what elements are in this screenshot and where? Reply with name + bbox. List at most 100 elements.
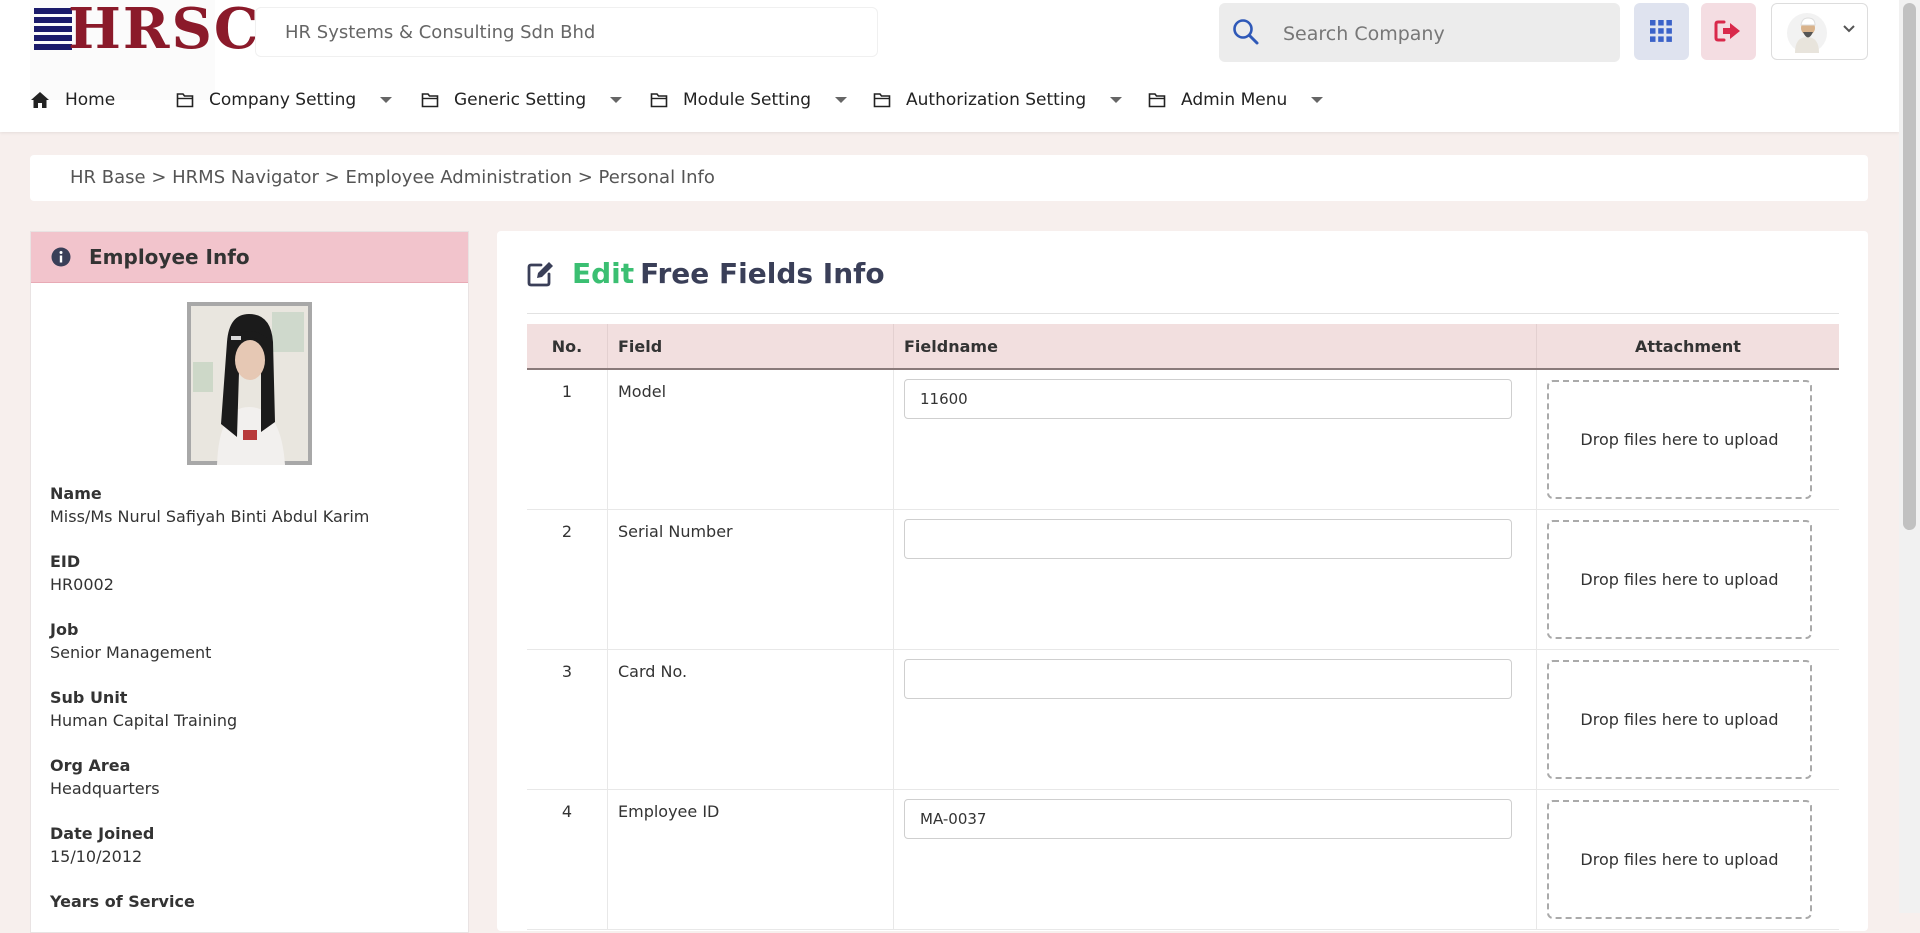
info-value: Headquarters: [50, 779, 160, 798]
logo-text: HRSC: [68, 0, 261, 62]
info-label: Org Area: [50, 756, 131, 775]
field-label: Serial Number: [607, 509, 894, 650]
employee-photo: [187, 302, 312, 465]
breadcrumb[interactable]: HR Base > HRMS Navigator > Employee Admi…: [30, 155, 1868, 201]
home-icon: [30, 91, 50, 109]
info-value: Miss/Ms Nurul Safiyah Binti Abdul Karim: [50, 507, 370, 526]
info-years-of-service: Years of Service: [50, 892, 195, 915]
user-menu-button[interactable]: [1771, 3, 1868, 60]
field-label: Card No.: [607, 649, 894, 790]
fieldname-input-card-no[interactable]: [904, 658, 1512, 699]
folder-icon: [650, 92, 668, 108]
fieldname-cell: [893, 509, 1537, 650]
file-dropzone[interactable]: Drop files here to upload: [1547, 380, 1812, 499]
nav-company-setting-label: Company Setting: [209, 90, 357, 110]
nav-company-setting[interactable]: Company Setting: [176, 78, 393, 122]
row-number: 1: [527, 369, 608, 510]
info-job: Job Senior Management: [50, 620, 211, 662]
logout-button[interactable]: [1701, 3, 1756, 60]
avatar: [1787, 13, 1827, 53]
column-header-field: Field: [607, 324, 894, 370]
fieldname-cell: [893, 649, 1537, 790]
search-company-input[interactable]: [1281, 3, 1605, 64]
folder-icon: [421, 92, 439, 108]
fieldname-cell: [893, 789, 1537, 930]
caret-down-icon: [1110, 96, 1123, 104]
info-value: Senior Management: [50, 643, 212, 662]
field-label: Employee ID: [607, 789, 894, 930]
nav-home[interactable]: Home: [30, 78, 115, 122]
attachment-cell: Drop files here to upload: [1536, 789, 1839, 930]
folder-icon: [1148, 92, 1166, 108]
employee-info-header: Employee Info: [31, 232, 468, 283]
nav-home-label: Home: [65, 90, 116, 110]
attachment-cell: Drop files here to upload: [1536, 369, 1839, 510]
info-name: Name Miss/Ms Nurul Safiyah Binti Abdul K…: [50, 484, 369, 526]
column-header-fieldname: Fieldname: [893, 324, 1537, 370]
table-row: 1 Model Drop files here to upload: [527, 369, 1839, 510]
fieldname-input-model[interactable]: [904, 379, 1512, 419]
caret-down-icon: [1311, 96, 1324, 104]
table-row: 4 Employee ID Drop files here to upload: [527, 789, 1839, 930]
title-edit: Edit: [572, 257, 635, 290]
info-eid: EID HR0002: [50, 552, 114, 594]
page-scrollbar[interactable]: [1899, 0, 1920, 913]
info-icon: [51, 247, 71, 267]
caret-down-icon: [380, 96, 393, 104]
chevron-down-icon: [1843, 25, 1855, 33]
logo-stripes: [34, 8, 72, 52]
fieldname-cell: [893, 369, 1537, 510]
info-label: Job: [50, 620, 79, 639]
info-org-area: Org Area Headquarters: [50, 756, 160, 798]
nav-module-setting[interactable]: Module Setting: [650, 78, 848, 122]
table-header-row: No. Field Fieldname Attachment: [527, 324, 1839, 370]
column-header-attachment: Attachment: [1536, 324, 1839, 370]
top-header: HRSC HR Systems & Consulting Sdn Bhd Sea…: [0, 0, 1899, 132]
title-text: Free Fields Info: [640, 257, 885, 290]
page-title: Edit Free Fields Info: [527, 257, 885, 290]
current-company-display[interactable]: HR Systems & Consulting Sdn Bhd: [255, 7, 878, 57]
nav-authorization-setting-label: Authorization Setting: [906, 90, 1087, 110]
grid-icon: [1650, 20, 1672, 42]
column-header-no: No.: [527, 324, 608, 370]
nav-authorization-setting[interactable]: Authorization Setting: [873, 78, 1123, 122]
field-label: Model: [607, 369, 894, 510]
scrollbar-thumb[interactable]: [1903, 3, 1916, 530]
info-value: HR0002: [50, 575, 114, 594]
employee-info-panel: Employee Info Name Miss/Ms Nurul Safiyah…: [30, 231, 469, 933]
file-dropzone[interactable]: Drop files here to upload: [1547, 799, 1812, 919]
info-label: Name: [50, 484, 102, 503]
divider: [527, 313, 1839, 314]
table-row: 2 Serial Number Drop files here to uploa…: [527, 509, 1839, 650]
file-dropzone[interactable]: Drop files here to upload: [1547, 659, 1812, 779]
nav-generic-setting[interactable]: Generic Setting: [421, 78, 623, 122]
employee-info-title: Employee Info: [89, 245, 250, 269]
file-dropzone[interactable]: Drop files here to upload: [1547, 519, 1812, 639]
info-date-joined: Date Joined 15/10/2012: [50, 824, 154, 866]
caret-down-icon: [835, 96, 848, 104]
folder-icon: [176, 92, 194, 108]
info-label: Sub Unit: [50, 688, 128, 707]
search-icon[interactable]: [1232, 18, 1260, 46]
nav-module-setting-label: Module Setting: [683, 90, 812, 110]
row-number: 2: [527, 509, 608, 650]
info-value: 15/10/2012: [50, 847, 143, 866]
logout-icon: [1714, 20, 1740, 42]
apps-menu-button[interactable]: [1634, 3, 1689, 60]
free-fields-table: No. Field Fieldname Attachment 1 Model D…: [527, 324, 1839, 930]
main-navigation: Home Company Setting Generic Setting Mod…: [0, 78, 1400, 122]
caret-down-icon: [610, 96, 623, 104]
fieldname-input-employee-id[interactable]: [904, 798, 1512, 839]
info-sub-unit: Sub Unit Human Capital Training: [50, 688, 237, 730]
nav-generic-setting-label: Generic Setting: [454, 90, 587, 110]
info-label: EID: [50, 552, 81, 571]
info-label: Years of Service: [50, 892, 195, 911]
info-value: Human Capital Training: [50, 711, 238, 730]
folder-icon: [873, 92, 891, 108]
attachment-cell: Drop files here to upload: [1536, 509, 1839, 650]
fieldname-input-serial-number[interactable]: [904, 518, 1512, 559]
free-fields-panel: Edit Free Fields Info No. Field Fieldnam…: [497, 231, 1868, 931]
nav-admin-menu-label: Admin Menu: [1181, 90, 1288, 110]
row-number: 4: [527, 789, 608, 930]
nav-admin-menu[interactable]: Admin Menu: [1148, 78, 1324, 122]
